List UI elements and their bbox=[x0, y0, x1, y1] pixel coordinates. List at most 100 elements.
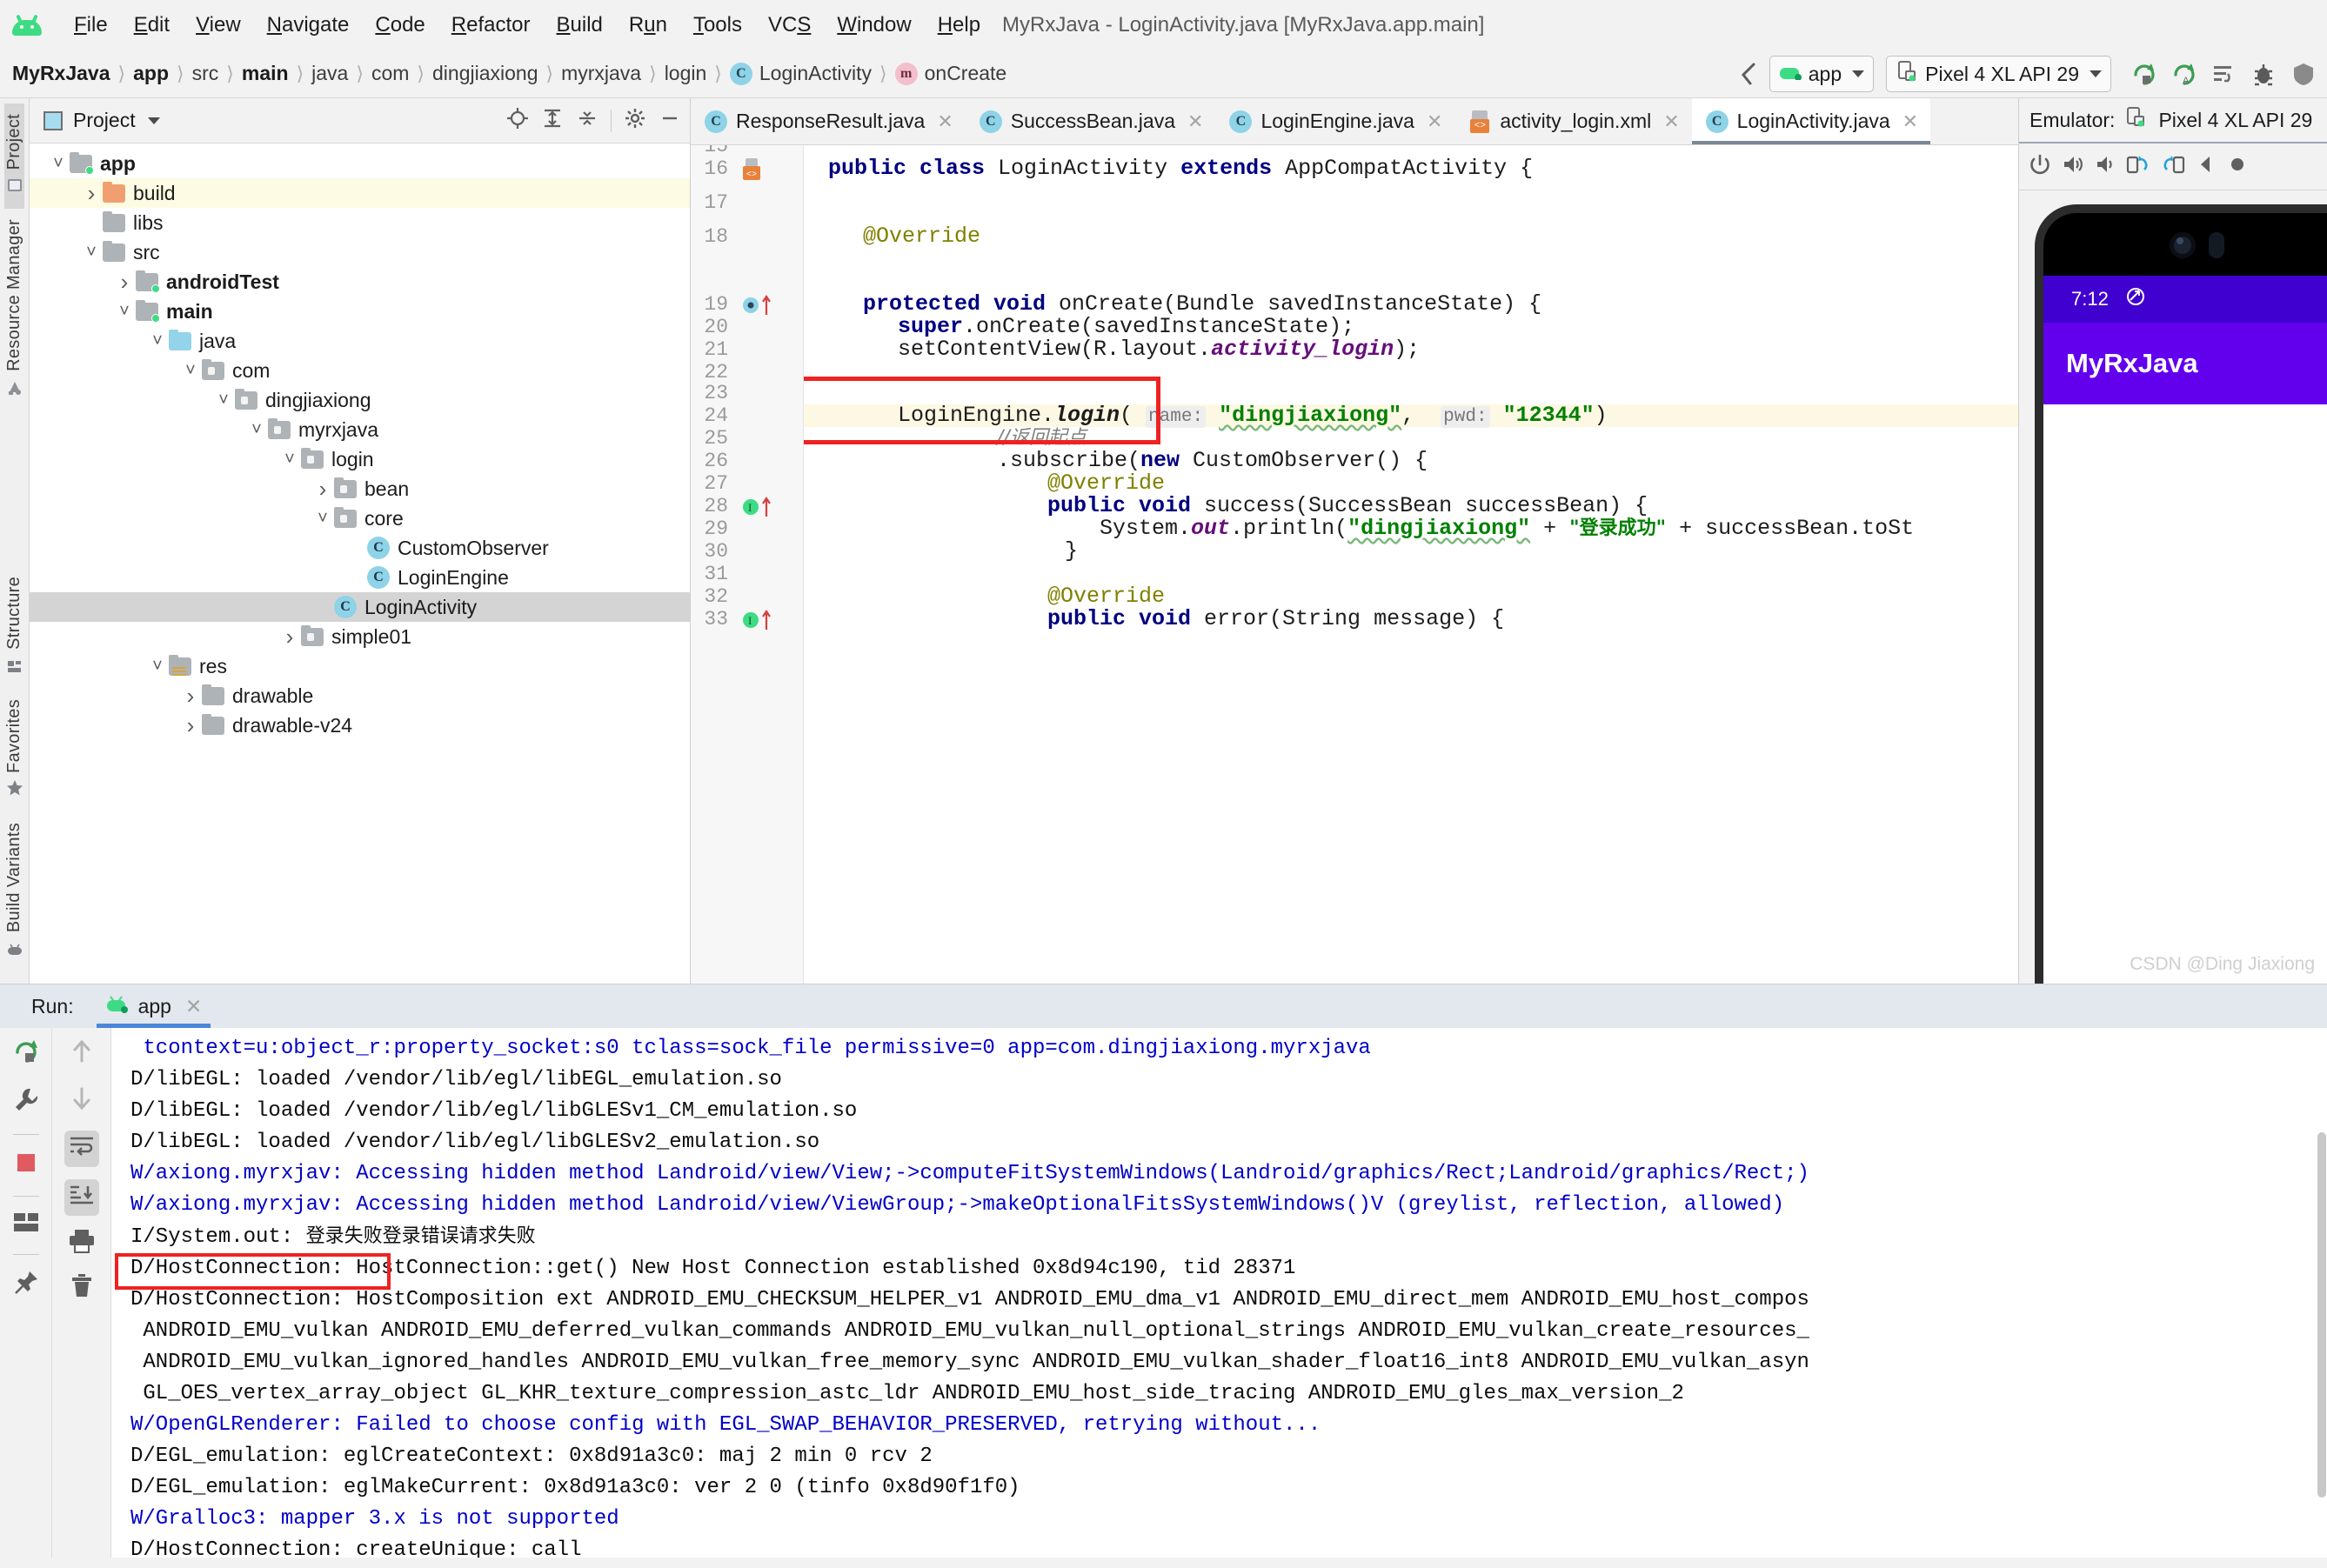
home-icon[interactable] bbox=[2226, 153, 2249, 181]
pin-icon[interactable] bbox=[12, 1269, 40, 1302]
chevron-down-icon[interactable]: ˅ bbox=[49, 154, 68, 174]
close-icon[interactable]: ✕ bbox=[937, 110, 953, 133]
menu-edit[interactable]: Edit bbox=[121, 0, 183, 50]
tree-item-customobserver[interactable]: C CustomObserver bbox=[30, 533, 690, 563]
run-console-output[interactable]: tcontext=u:object_r:property_socket:s0 t… bbox=[111, 1028, 2327, 1558]
editor-tab-responseresult-java[interactable]: C ResponseResult.java ✕ bbox=[691, 98, 966, 144]
close-icon[interactable]: ✕ bbox=[185, 995, 202, 1018]
chevron-right-icon[interactable]: › bbox=[313, 476, 332, 503]
tree-item-simple01[interactable]: › simple01 bbox=[30, 622, 690, 651]
expand-all-icon[interactable] bbox=[541, 107, 564, 135]
back-icon[interactable] bbox=[2195, 153, 2217, 181]
close-icon[interactable]: ✕ bbox=[1663, 110, 1679, 133]
implements-icon[interactable]: I bbox=[741, 496, 781, 524]
down-arrow-icon[interactable] bbox=[67, 1084, 97, 1118]
rerun-icon[interactable] bbox=[11, 1037, 41, 1071]
editor-tab-bar[interactable]: C ResponseResult.java ✕ C SuccessBean.java ✕ C… bbox=[691, 98, 2018, 145]
chevron-right-icon[interactable]: › bbox=[82, 180, 101, 207]
editor-tab-loginactivity-java[interactable]: C LoginActivity.java ✕ bbox=[1691, 98, 1931, 144]
tree-item-login[interactable]: ˅ login bbox=[30, 444, 690, 474]
tree-item-app[interactable]: ˅ app bbox=[30, 149, 690, 178]
run-configuration-selector[interactable]: app bbox=[1769, 56, 1875, 92]
menu-tools[interactable]: Tools bbox=[680, 0, 755, 50]
tree-item-androidtest[interactable]: › androidTest bbox=[30, 267, 690, 297]
menu-view[interactable]: View bbox=[183, 0, 254, 50]
tool-window-structure[interactable]: Structure bbox=[4, 566, 24, 689]
emulated-phone[interactable]: 7:12 MyRxJava bbox=[2035, 204, 2327, 984]
tree-item-libs[interactable]: libs bbox=[30, 208, 690, 237]
menu-help[interactable]: Help bbox=[925, 0, 993, 50]
tree-item-loginengine[interactable]: C LoginEngine bbox=[30, 563, 690, 592]
power-icon[interactable] bbox=[2028, 152, 2052, 182]
gear-icon[interactable] bbox=[624, 107, 646, 135]
editor-tab-loginengine-java[interactable]: C LoginEngine.java ✕ bbox=[1215, 98, 1454, 144]
emulator-device-label[interactable]: Pixel 4 XL API 29 bbox=[2158, 109, 2312, 132]
rotate-right-icon[interactable] bbox=[2160, 152, 2186, 182]
breadcrumb-item-app[interactable]: app bbox=[133, 62, 169, 85]
chevron-down-icon[interactable]: ˅ bbox=[313, 509, 332, 529]
editor-gutter[interactable]: 15 16 <> 17 18 19 20 21 22 23 24 25 26 27 28 I 29 30 31 32 3… bbox=[691, 145, 804, 984]
editor-tab-successbean-java[interactable]: C SuccessBean.java ✕ bbox=[966, 98, 1216, 144]
project-tree[interactable]: ˅ app › build libs ˅ src › androidTest ˅ main ˅ java… bbox=[30, 143, 690, 984]
tree-item-drawable[interactable]: › drawable bbox=[30, 681, 690, 711]
print-icon[interactable] bbox=[67, 1228, 97, 1259]
implements-icon[interactable]: I bbox=[741, 609, 781, 637]
xml-layout-icon[interactable]: <> bbox=[741, 158, 764, 186]
tool-window-build-variants[interactable]: Build Variants bbox=[4, 812, 24, 971]
locate-icon[interactable] bbox=[506, 107, 529, 135]
menu-file[interactable]: File bbox=[61, 0, 121, 50]
back-arrow-icon[interactable] bbox=[1729, 54, 1769, 94]
tree-item-java[interactable]: ˅ java bbox=[30, 326, 690, 356]
layout-icon[interactable] bbox=[12, 1211, 40, 1240]
console-scrollbar[interactable] bbox=[2317, 1028, 2326, 1558]
tool-window-project[interactable]: Project bbox=[4, 103, 24, 210]
up-arrow-icon[interactable] bbox=[67, 1037, 97, 1071]
tree-item-res[interactable]: ˅ res bbox=[30, 651, 690, 681]
collapse-all-icon[interactable] bbox=[576, 107, 598, 135]
scroll-to-end-icon[interactable] bbox=[64, 1179, 99, 1216]
menu-code[interactable]: Code bbox=[362, 0, 438, 50]
tree-item-build[interactable]: › build bbox=[30, 178, 690, 208]
chevron-right-icon[interactable]: › bbox=[181, 712, 200, 739]
chevron-down-icon[interactable]: ˅ bbox=[82, 243, 101, 263]
breadcrumb-item-dingjiaxiong[interactable]: dingjiaxiong bbox=[432, 62, 538, 85]
volume-up-icon[interactable] bbox=[2061, 152, 2085, 182]
hide-panel-icon[interactable] bbox=[659, 107, 681, 135]
tree-item-myrxjava[interactable]: ˅ myrxjava bbox=[30, 415, 690, 444]
rotate-left-icon[interactable] bbox=[2125, 152, 2151, 182]
breadcrumb-item-loginactivity[interactable]: LoginActivity bbox=[759, 62, 872, 85]
menu-build[interactable]: Build bbox=[544, 0, 616, 50]
chevron-right-icon[interactable]: › bbox=[280, 624, 299, 651]
tree-item-bean[interactable]: › bean bbox=[30, 474, 690, 504]
tree-item-main[interactable]: ˅ main bbox=[30, 297, 690, 326]
menu-navigate[interactable]: Navigate bbox=[254, 0, 363, 50]
breadcrumb-item-java[interactable]: java bbox=[311, 62, 348, 85]
tool-window-favorites[interactable]: Favorites bbox=[4, 689, 24, 812]
editor-tab-activity-login-xml[interactable]: <> activity_login.xml ✕ bbox=[1454, 98, 1691, 144]
run-icon[interactable] bbox=[2123, 54, 2163, 94]
debug-icon[interactable] bbox=[2243, 54, 2284, 94]
close-icon[interactable]: ✕ bbox=[1902, 110, 1918, 133]
chevron-down-icon[interactable]: ˅ bbox=[148, 657, 167, 677]
chevron-right-icon[interactable]: › bbox=[181, 683, 200, 710]
breadcrumb-item-myrxjava-pkg[interactable]: myrxjava bbox=[561, 62, 641, 85]
breadcrumb-item-login[interactable]: login bbox=[665, 62, 707, 85]
device-selector[interactable]: Pixel 4 XL API 29 bbox=[1886, 56, 2111, 92]
chevron-right-icon[interactable]: › bbox=[115, 269, 134, 296]
run-with-coverage-icon[interactable]: A bbox=[2163, 54, 2203, 94]
close-icon[interactable]: ✕ bbox=[1187, 110, 1203, 133]
soft-wrap-icon[interactable] bbox=[64, 1131, 99, 1167]
apply-changes-icon[interactable] bbox=[2203, 54, 2243, 94]
tree-item-com[interactable]: ˅ com bbox=[30, 356, 690, 385]
chevron-down-icon[interactable]: ˅ bbox=[214, 390, 233, 410]
tool-window-resource-manager[interactable]: Resource Manager bbox=[4, 209, 24, 410]
breadcrumb-item-src[interactable]: src bbox=[192, 62, 219, 85]
chevron-down-icon[interactable]: ˅ bbox=[148, 331, 167, 351]
menu-run[interactable]: Run bbox=[616, 0, 680, 50]
wrench-icon[interactable] bbox=[11, 1085, 41, 1120]
chevron-down-icon[interactable]: ˅ bbox=[115, 302, 134, 322]
emulator-screen-area[interactable]: 7:12 MyRxJava CSDN @Ding Jiaxiong bbox=[2019, 190, 2327, 984]
menu-window[interactable]: Window bbox=[824, 0, 924, 50]
tree-item-drawable-v24[interactable]: › drawable-v24 bbox=[30, 711, 690, 740]
chevron-down-icon[interactable]: ˅ bbox=[181, 361, 200, 381]
